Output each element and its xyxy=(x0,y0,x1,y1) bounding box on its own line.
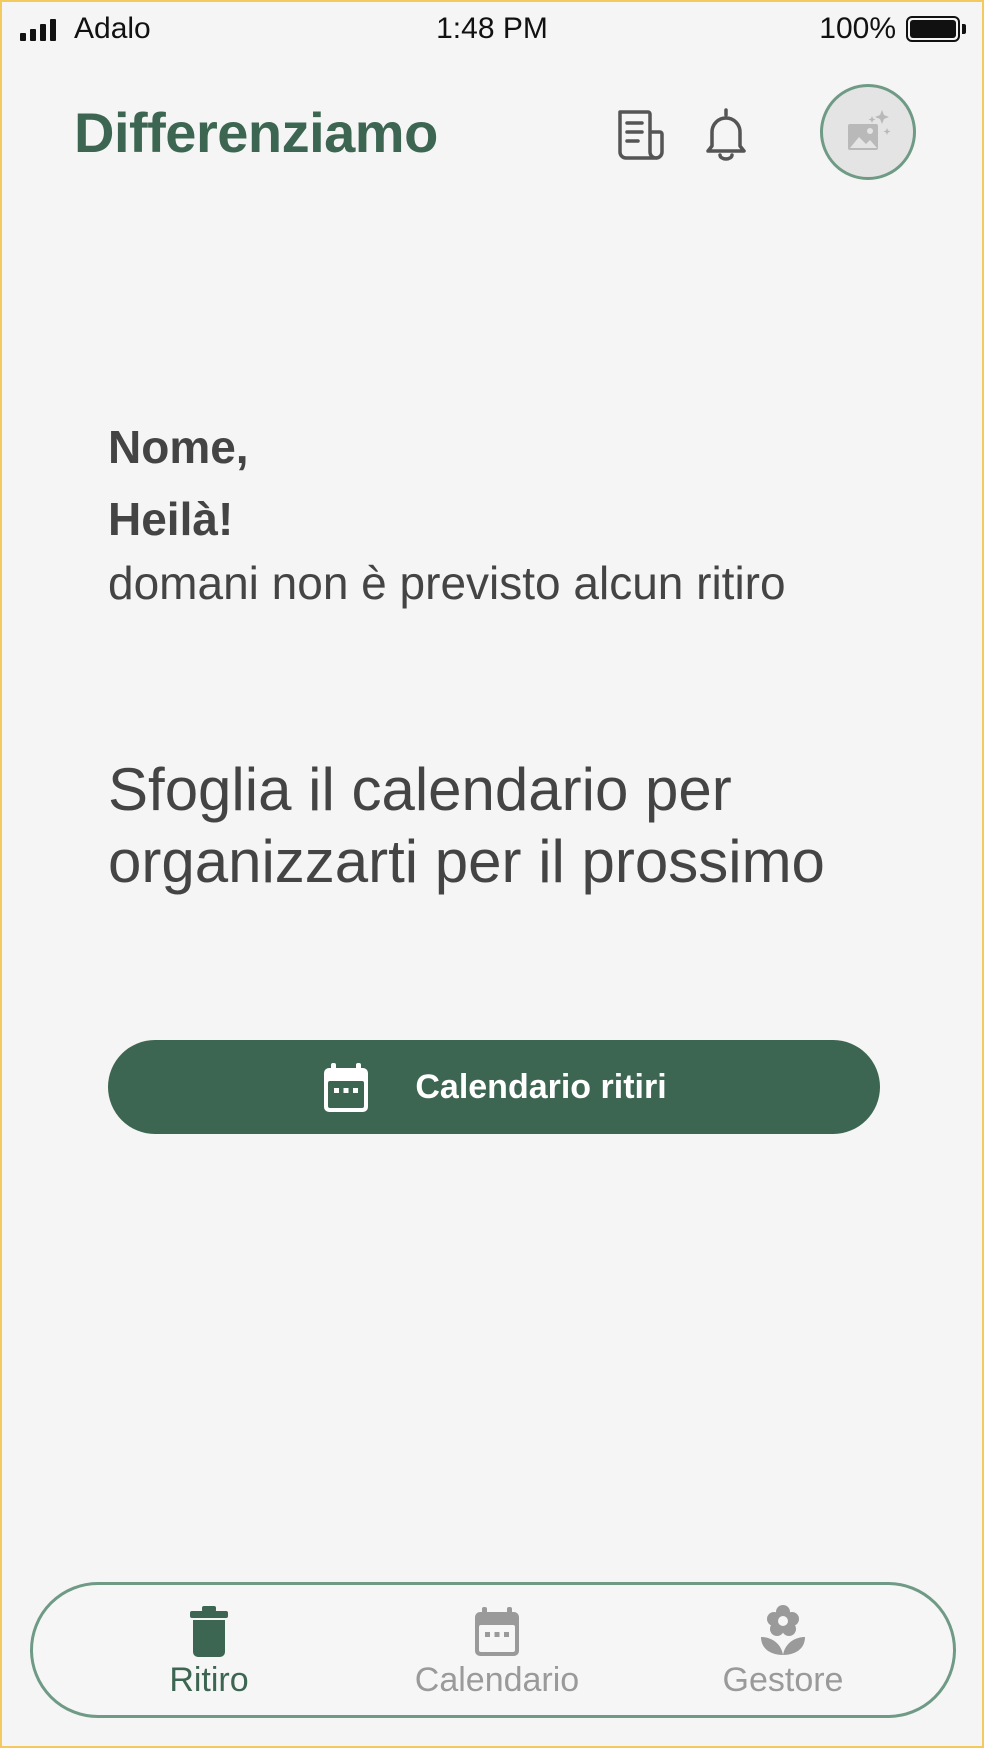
profile-avatar[interactable] xyxy=(820,84,916,180)
tab-ritiro[interactable]: Ritiro xyxy=(109,1603,309,1707)
user-name: Nome, xyxy=(108,421,249,473)
bottom-tab-bar: Ritiro Calendario Gestore xyxy=(30,1582,956,1718)
calendar-prompt: Sfoglia il calendario per organizzarti p… xyxy=(108,756,825,895)
app-screen: Adalo 1:48 PM 100% Differenziamo Nome, H… xyxy=(0,0,984,1748)
tab-gestore-label: Gestore xyxy=(722,1661,844,1699)
tab-calendario[interactable]: Calendario xyxy=(397,1603,597,1707)
app-title: Differenziamo xyxy=(74,101,438,164)
trash-icon xyxy=(190,1606,228,1657)
battery-icon xyxy=(906,16,966,42)
pickup-message: domani non è previsto alcun ritiro xyxy=(108,557,786,609)
newspaper-icon[interactable] xyxy=(614,106,670,162)
pickup-calendar-button-label: Calendario ritiri xyxy=(415,1067,667,1106)
pickup-calendar-button[interactable]: Calendario ritiri xyxy=(108,1040,880,1134)
status-bar: Adalo 1:48 PM 100% xyxy=(2,2,982,58)
calendar-icon xyxy=(475,1607,519,1656)
battery-percent: 100% xyxy=(819,12,896,45)
calendar-icon xyxy=(324,1063,369,1112)
bell-icon[interactable] xyxy=(698,106,754,162)
image-placeholder-icon xyxy=(848,110,891,150)
tab-calendario-label: Calendario xyxy=(414,1661,580,1699)
flower-icon xyxy=(761,1605,805,1655)
tab-gestore[interactable]: Gestore xyxy=(683,1603,883,1707)
tab-ritiro-label: Ritiro xyxy=(169,1661,249,1699)
greeting-title: Heilà! xyxy=(108,493,234,545)
